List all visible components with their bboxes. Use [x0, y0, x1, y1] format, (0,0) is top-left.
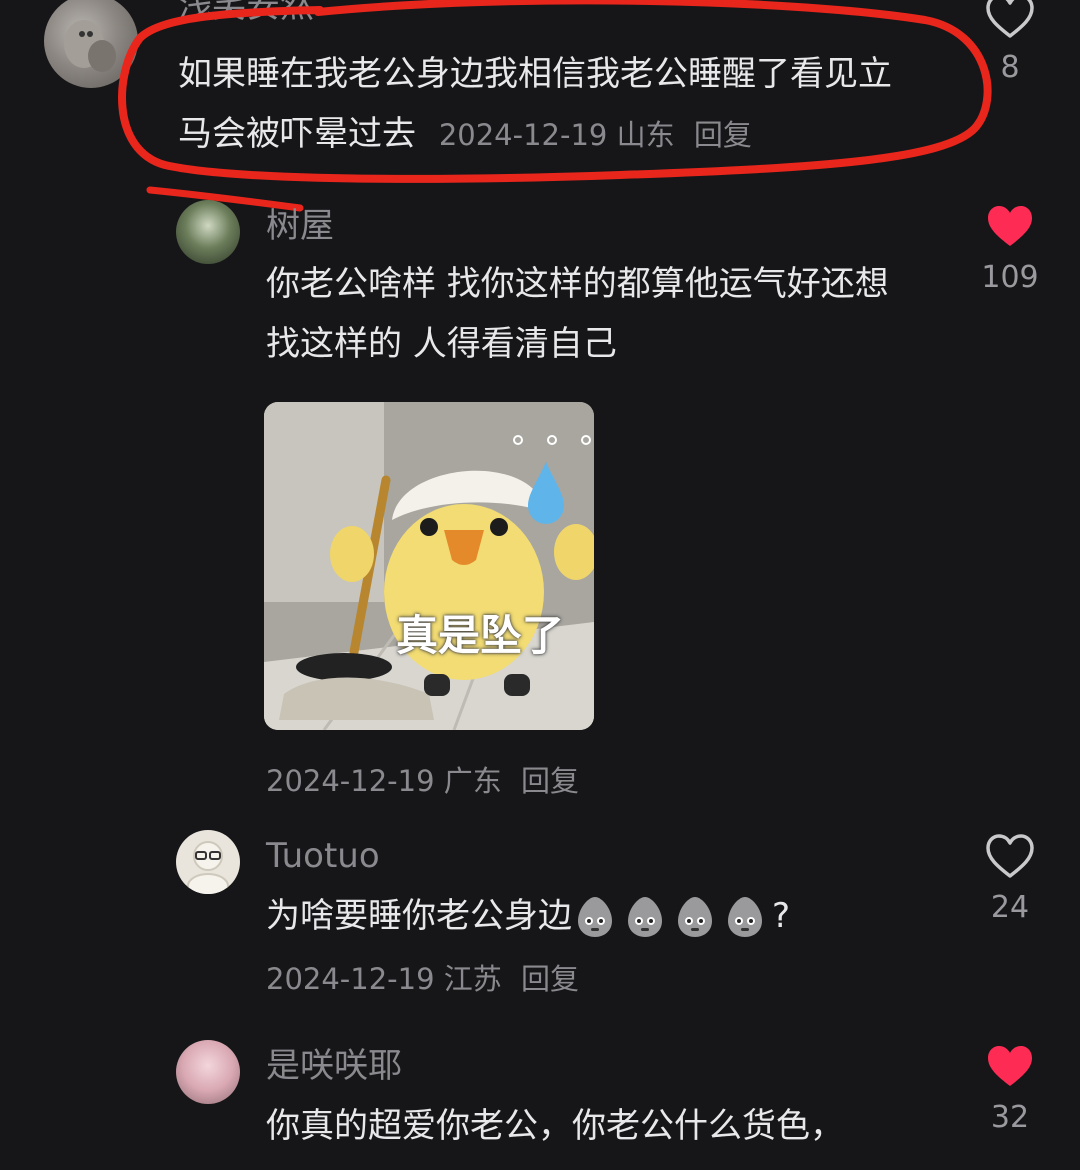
like-count: 24	[990, 890, 1030, 925]
like-button[interactable]: 24	[970, 834, 1050, 925]
sweat-emoji-icon	[722, 893, 768, 939]
red-annotation-circle	[118, 0, 992, 212]
heart-filled-icon	[988, 206, 1032, 246]
avatar-illustration	[187, 841, 229, 894]
like-count: 109	[981, 260, 1039, 295]
like-button[interactable]: 32	[970, 1044, 1050, 1135]
comment-location: 江苏	[443, 962, 502, 996]
avatar[interactable]	[176, 200, 240, 264]
comment-text: 为啥要睡你老公身边?	[266, 886, 946, 946]
reply-button[interactable]: 回复	[521, 962, 579, 996]
heart-outline-icon	[986, 834, 1034, 878]
like-button[interactable]: 109	[970, 204, 1050, 295]
avatar[interactable]	[176, 1040, 240, 1104]
comment-body-tail: ?	[772, 896, 791, 936]
sticker-caption: 真是坠了	[396, 611, 565, 660]
sweat-emoji-icon	[622, 893, 668, 939]
comment-body: 你真的超爱你老公，你老公什么货色，	[266, 1106, 844, 1146]
like-count: 32	[990, 1100, 1030, 1135]
chick-sticker-illustration	[264, 402, 594, 730]
comment-body: 为啥要睡你老公身边	[266, 896, 572, 936]
comment-date: 2024-12-19	[266, 764, 435, 798]
comment-meta: 2024-12-19 广东 回复	[266, 758, 579, 800]
comment-body: 你老公啥样 找你这样的都算他运气好还想找这样的 人得看清自己	[266, 264, 889, 364]
comment-meta: 2024-12-19 江苏 回复	[266, 956, 579, 998]
avatar[interactable]	[176, 830, 240, 894]
heart-filled-icon	[988, 1046, 1032, 1086]
sweat-emoji-icon	[672, 893, 718, 939]
comment-author[interactable]: Tuotuo	[266, 836, 380, 876]
reply-button[interactable]: 回复	[521, 764, 579, 798]
comment-location: 广东	[443, 764, 502, 798]
comment-author[interactable]: 是咲咲耶	[266, 1046, 402, 1086]
sweat-emoji-icon	[572, 893, 618, 939]
comment-author[interactable]: 树屋	[266, 206, 334, 246]
comment-date: 2024-12-19	[266, 962, 435, 996]
sticker-image[interactable]: 真是坠了	[264, 402, 594, 730]
